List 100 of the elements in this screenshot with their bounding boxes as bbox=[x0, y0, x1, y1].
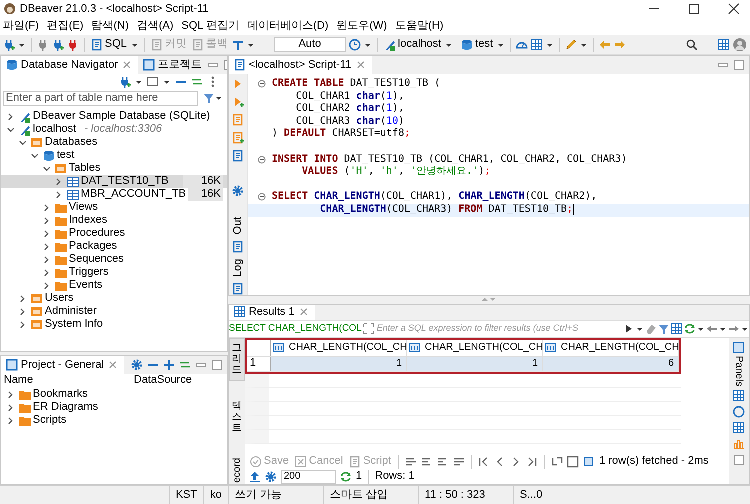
connection-selector[interactable]: localhost bbox=[383, 38, 442, 51]
settings-icon[interactable] bbox=[131, 359, 143, 371]
window-icon[interactable] bbox=[733, 454, 745, 466]
menu-item[interactable]: SQL 편집기 bbox=[182, 20, 240, 33]
tree-item[interactable]: localhost - localhost:3306 bbox=[1, 123, 227, 136]
tree-item[interactable]: Events bbox=[1, 279, 227, 292]
tree-item[interactable]: Procedures bbox=[1, 227, 227, 240]
menu-item[interactable]: 파일(F) bbox=[3, 20, 40, 33]
output-icon[interactable] bbox=[232, 283, 244, 296]
tree-item[interactable]: ER Diagrams bbox=[1, 401, 227, 414]
plug-icon[interactable] bbox=[119, 76, 131, 88]
tree-item[interactable]: Views bbox=[1, 201, 227, 214]
plug-icon[interactable] bbox=[37, 38, 49, 50]
view-tab[interactable]: 텍스트 bbox=[229, 396, 245, 438]
refresh-icon[interactable] bbox=[684, 322, 696, 335]
tree-item[interactable]: Administer bbox=[1, 305, 227, 318]
folder-icon bbox=[55, 228, 67, 240]
new-folder-icon[interactable] bbox=[147, 76, 159, 88]
tree-item[interactable]: Bookmarks bbox=[1, 388, 227, 401]
explain-icon[interactable] bbox=[232, 150, 244, 162]
layout-icon[interactable] bbox=[733, 390, 745, 402]
output-icon[interactable] bbox=[232, 240, 244, 253]
run-new-tab-icon[interactable] bbox=[232, 96, 244, 108]
tree-item[interactable]: System Info bbox=[1, 318, 227, 331]
tree-item[interactable]: test bbox=[1, 149, 227, 162]
column-header[interactable]: CHAR_LENGTH(COL_CH bbox=[271, 340, 407, 356]
side-tab[interactable]: Log bbox=[232, 258, 244, 278]
panel-tab[interactable]: Database Navigator bbox=[1, 56, 138, 74]
row-delete-icon[interactable] bbox=[453, 456, 466, 468]
filter-icon[interactable] bbox=[658, 322, 670, 335]
tree-item[interactable]: Sequences bbox=[1, 253, 227, 266]
menu-item[interactable]: 데이터베이스(D) bbox=[247, 20, 329, 33]
perspective-icon[interactable] bbox=[718, 38, 730, 50]
view-tab[interactable]: 그리드 bbox=[229, 338, 245, 381]
panel-tab[interactable]: 프로젝트 bbox=[138, 56, 208, 74]
disconnect-icon[interactable] bbox=[67, 38, 79, 50]
reconnect-icon[interactable] bbox=[52, 38, 64, 50]
database-icon bbox=[461, 38, 474, 50]
upload-icon[interactable] bbox=[249, 470, 261, 482]
row-edit-icon[interactable] bbox=[405, 456, 418, 468]
avatar-icon[interactable] bbox=[733, 38, 747, 52]
editor-tab[interactable]: <localhost> Script-11 bbox=[229, 56, 372, 74]
script-icon bbox=[91, 38, 103, 50]
column-header[interactable]: CHAR_LENGTH(COL_CH bbox=[407, 340, 543, 356]
fold-icon[interactable] bbox=[258, 156, 266, 164]
fetch-size-field[interactable]: 200 bbox=[281, 470, 336, 484]
grid-icon[interactable] bbox=[671, 322, 683, 335]
menu-item[interactable]: 탐색(N) bbox=[92, 20, 129, 33]
connection-icon bbox=[19, 110, 31, 122]
menu-item[interactable]: 편집(E) bbox=[47, 20, 84, 33]
panel-icon[interactable] bbox=[583, 456, 596, 468]
first-icon[interactable] bbox=[478, 456, 490, 468]
expand-icon[interactable] bbox=[163, 359, 175, 371]
sql-editor-button[interactable]: SQL bbox=[90, 38, 128, 51]
commit-mode-field[interactable]: Auto bbox=[274, 37, 346, 52]
last-icon[interactable] bbox=[526, 456, 538, 468]
code-line: COL_CHAR2 char(1), bbox=[295, 103, 404, 114]
settings-icon[interactable] bbox=[265, 470, 277, 482]
search-icon[interactable] bbox=[686, 38, 698, 50]
fullscreen-icon[interactable] bbox=[567, 456, 580, 468]
fold-icon[interactable] bbox=[258, 80, 266, 88]
column-header[interactable]: CHAR_LENGTH(COL_CH bbox=[543, 340, 679, 356]
tree-item[interactable]: Scripts bbox=[1, 414, 227, 427]
settings-icon[interactable] bbox=[232, 185, 244, 198]
history-icon[interactable] bbox=[349, 38, 362, 50]
tree-item[interactable]: Triggers bbox=[1, 266, 227, 279]
tree-item[interactable]: Indexes bbox=[1, 214, 227, 227]
tree-item[interactable]: MBR_ACCOUNT_TB 16K bbox=[1, 188, 227, 201]
grid-icon[interactable] bbox=[531, 38, 544, 50]
maximize-icon[interactable] bbox=[688, 3, 700, 15]
script-run-new-icon[interactable] bbox=[232, 132, 244, 144]
view-tab[interactable]: ecord bbox=[229, 454, 245, 484]
export-icon[interactable] bbox=[551, 456, 564, 468]
action-icon bbox=[295, 456, 308, 468]
tree-item[interactable]: Users bbox=[1, 292, 227, 305]
tree-item[interactable]: DAT_TEST10_TB 16K bbox=[1, 175, 227, 188]
side-tab[interactable]: Out bbox=[232, 216, 244, 235]
menu-item[interactable]: 윈도우(W) bbox=[336, 20, 388, 33]
query-text: SELECT CHAR_LENGTH(COL bbox=[229, 322, 362, 336]
transaction-icon[interactable] bbox=[232, 38, 244, 50]
results-tab[interactable]: Results 1 bbox=[229, 304, 315, 320]
menu-item[interactable]: 도움말(H) bbox=[395, 20, 444, 33]
circle-icon[interactable] bbox=[733, 406, 745, 418]
result-row[interactable]: 1 1 1 6 bbox=[247, 356, 679, 372]
tree-item[interactable]: Tables bbox=[1, 162, 227, 175]
tree-item[interactable]: Databases bbox=[1, 136, 227, 149]
tree-item[interactable]: Packages bbox=[1, 240, 227, 253]
expand-icon[interactable] bbox=[362, 322, 375, 335]
database-selector[interactable]: test bbox=[460, 38, 494, 51]
panel-tab[interactable]: Project - General bbox=[1, 356, 124, 374]
grid-icon[interactable] bbox=[733, 422, 745, 434]
close-icon[interactable] bbox=[728, 3, 740, 15]
plug-icon[interactable] bbox=[3, 38, 15, 50]
tree-item[interactable]: DBeaver Sample Database (SQLite) bbox=[1, 110, 227, 123]
refresh-icon[interactable] bbox=[340, 470, 352, 482]
fold-icon[interactable] bbox=[258, 193, 266, 202]
menu-item[interactable]: 검색(A) bbox=[137, 20, 174, 33]
table-search-field[interactable]: Enter a part of table name here bbox=[3, 90, 198, 106]
pen-icon[interactable] bbox=[565, 38, 578, 50]
folder-icon bbox=[55, 280, 67, 292]
